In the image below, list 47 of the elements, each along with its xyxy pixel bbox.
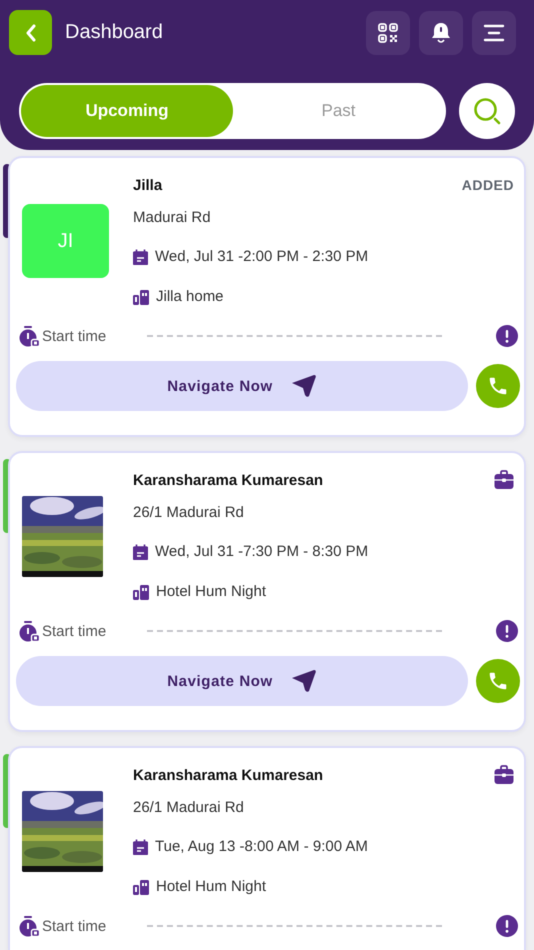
alert-icon bbox=[496, 915, 518, 937]
start-time-label: Start time bbox=[42, 328, 108, 344]
initials-avatar: JI bbox=[22, 204, 109, 278]
navigation-arrow-icon bbox=[290, 669, 317, 693]
place-name: Hotel Hum Night bbox=[156, 877, 266, 897]
bell-icon bbox=[431, 22, 451, 44]
menu-icon bbox=[483, 24, 505, 42]
building-icon bbox=[133, 584, 149, 600]
calendar-icon bbox=[133, 839, 148, 855]
customer-name: Karansharama Kumaresan bbox=[133, 766, 324, 784]
booking-date-time: Wed, Jul 31 -7:30 PM - 8:30 PM bbox=[155, 542, 368, 562]
place-name: Hotel Hum Night bbox=[156, 582, 266, 602]
phone-icon bbox=[487, 670, 509, 692]
menu-button[interactable] bbox=[472, 10, 516, 54]
briefcase-icon bbox=[494, 765, 514, 785]
building-icon bbox=[133, 880, 149, 894]
navigate-now-button[interactable]: Navigate Now bbox=[16, 656, 468, 706]
navigate-now-button[interactable]: Navigate Now bbox=[16, 361, 468, 411]
search-icon bbox=[473, 97, 501, 125]
page-title: Dashboard bbox=[65, 21, 164, 44]
back-icon bbox=[24, 24, 38, 42]
alert-icon bbox=[496, 620, 518, 642]
qr-code-button[interactable] bbox=[366, 10, 410, 54]
address: Madurai Rd bbox=[133, 208, 211, 228]
booking-date-time: Wed, Jul 31 -2:00 PM - 2:30 PM bbox=[155, 247, 368, 267]
address: 26/1 Madurai Rd bbox=[133, 798, 244, 818]
briefcase-icon bbox=[494, 470, 514, 490]
start-time-label: Start time bbox=[42, 622, 108, 640]
qr-code-icon bbox=[378, 22, 398, 42]
customer-name: Karansharama Kumaresan bbox=[133, 472, 324, 488]
timer-icon bbox=[19, 916, 41, 936]
status-label: ADDED bbox=[462, 177, 514, 193]
place-name: Jilla home bbox=[156, 287, 224, 307]
calendar-icon bbox=[133, 544, 148, 560]
phone-icon bbox=[487, 375, 509, 397]
customer-name: Jilla bbox=[133, 176, 162, 194]
timer-icon bbox=[19, 326, 41, 346]
alert-icon bbox=[496, 325, 518, 347]
start-time-label: Start time bbox=[42, 918, 108, 934]
calendar-icon bbox=[133, 249, 148, 265]
address: 26/1 Madurai Rd bbox=[133, 503, 244, 523]
building-icon bbox=[133, 290, 149, 304]
notifications-button[interactable] bbox=[419, 10, 463, 54]
booking-date-time: Tue, Aug 13 -8:00 AM - 9:00 AM bbox=[155, 837, 368, 857]
navigation-arrow-icon bbox=[290, 374, 317, 398]
back-button[interactable] bbox=[9, 10, 52, 55]
timer-icon bbox=[19, 620, 41, 642]
